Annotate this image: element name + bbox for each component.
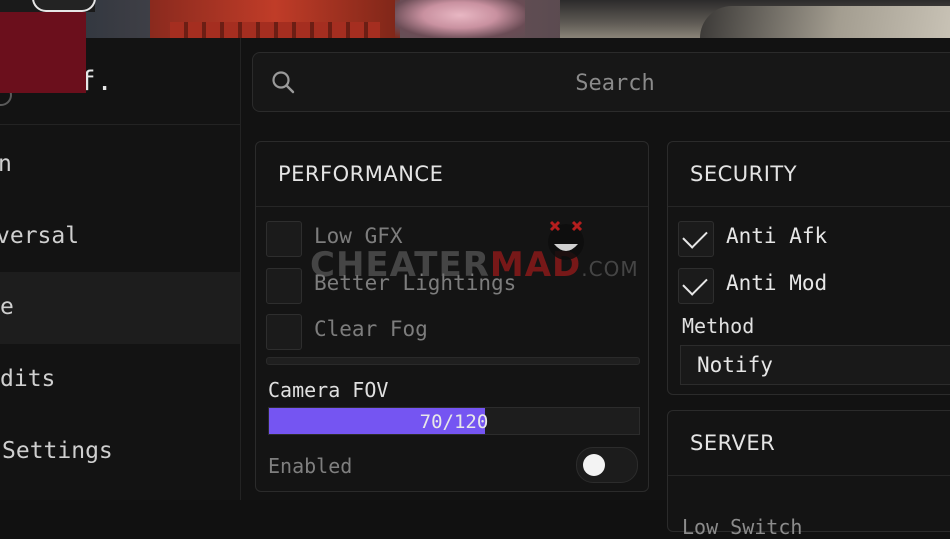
game-background	[0, 0, 950, 38]
anti-afk-label: Anti Afk	[726, 224, 828, 248]
clear-fog-checkbox[interactable]	[266, 314, 302, 350]
checkmark-icon	[682, 223, 708, 249]
section-divider	[266, 357, 640, 365]
sidebar-item-label: n	[0, 151, 12, 177]
checkmark-icon	[682, 270, 708, 296]
method-selected-value: Notify	[697, 353, 773, 377]
security-title: SECURITY	[690, 162, 798, 186]
clear-fog-option[interactable]: Clear Fog	[266, 311, 626, 350]
low-gfx-checkbox[interactable]	[266, 221, 302, 257]
security-card: SECURITY Anti Afk Anti Mod Method Notify	[667, 141, 950, 395]
background-red-building	[150, 0, 400, 38]
method-dropdown[interactable]: Notify	[680, 345, 950, 385]
sidebar-item-game-active[interactable]: e	[0, 272, 240, 344]
sidebar-item-label: dits	[0, 366, 56, 392]
watermark-face-icon	[548, 220, 584, 260]
anti-afk-checkbox[interactable]	[678, 221, 714, 257]
enabled-label: Enabled	[268, 454, 353, 478]
sidebar-item-label: Settings	[2, 438, 113, 464]
watermark-part-1: CHEATER	[310, 245, 490, 285]
search-icon	[272, 71, 295, 94]
background-blossom-tree	[395, 0, 525, 38]
sidebar-item-credits[interactable]: dits	[0, 344, 240, 416]
sidebar-item-label: versal	[0, 223, 80, 249]
background-stone	[700, 6, 950, 38]
sidebar-item-main[interactable]: n	[0, 129, 240, 201]
server-title: SERVER	[690, 431, 776, 455]
card-header: SERVER	[668, 411, 950, 476]
chat-bubble-icon	[32, 0, 96, 12]
clear-fog-label: Clear Fog	[314, 317, 428, 341]
card-header: SECURITY	[668, 142, 950, 207]
enabled-toggle[interactable]	[576, 447, 638, 483]
method-label: Method	[682, 314, 755, 338]
toggle-knob	[583, 454, 605, 476]
logo-block	[0, 12, 86, 93]
anti-mod-label: Anti Mod	[726, 271, 828, 295]
brand-logo: ff.	[0, 12, 240, 125]
search-input[interactable]	[313, 53, 917, 113]
camera-fov-label: Camera FOV	[268, 378, 389, 402]
anti-afk-option[interactable]: Anti Afk	[678, 218, 950, 257]
sidebar-item-settings[interactable]: Settings	[0, 416, 240, 488]
server-card: SERVER Low Switch	[667, 410, 950, 539]
camera-fov-value: 70/120	[419, 411, 489, 433]
card-header: PERFORMANCE	[256, 142, 648, 207]
sidebar-item-universal[interactable]: versal	[0, 201, 240, 273]
search-bar[interactable]	[252, 52, 950, 113]
sidebar: ff. n versal e dits Settings	[0, 12, 241, 500]
better-lightings-checkbox[interactable]	[266, 268, 302, 304]
low-switch-label[interactable]: Low Switch	[682, 515, 802, 539]
sidebar-item-label: e	[0, 294, 14, 320]
performance-card: PERFORMANCE Low GFX Better Lightings Cle…	[255, 141, 649, 492]
anti-mod-checkbox[interactable]	[678, 268, 714, 304]
anti-mod-option[interactable]: Anti Mod	[678, 265, 950, 304]
camera-fov-slider[interactable]: 70/120	[268, 407, 640, 435]
performance-title: PERFORMANCE	[278, 162, 444, 186]
